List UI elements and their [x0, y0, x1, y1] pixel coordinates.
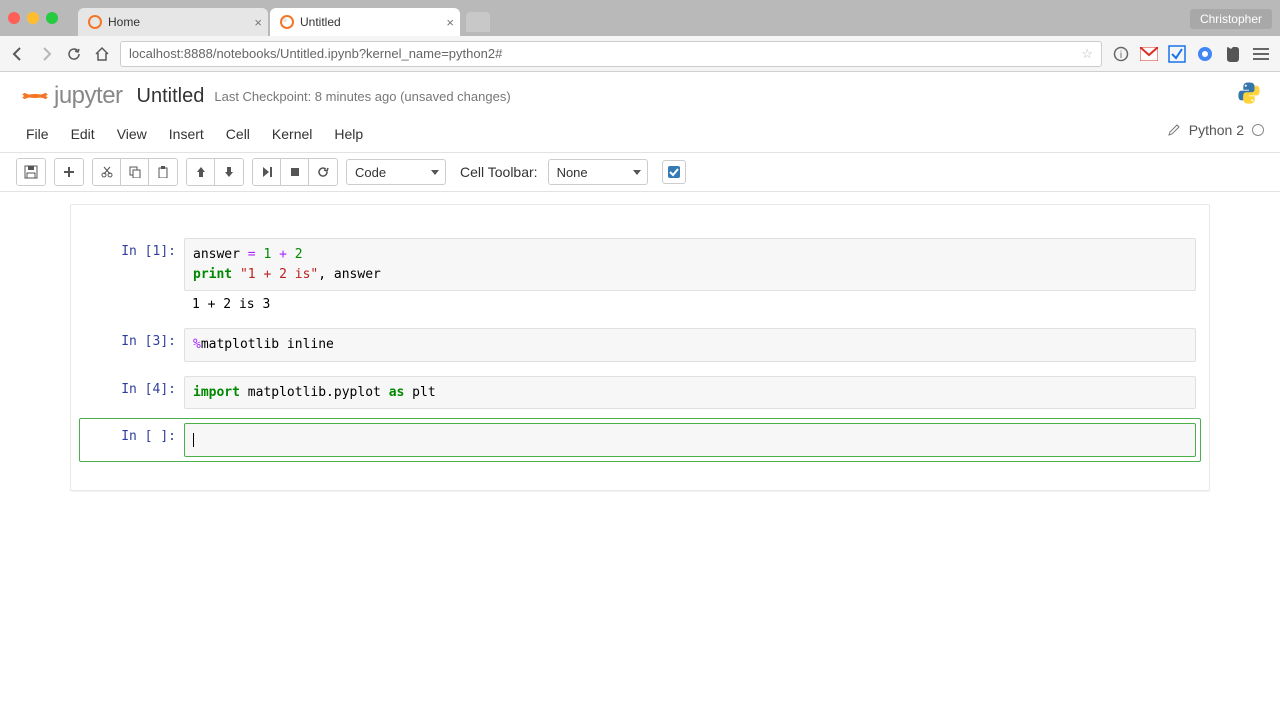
move-down-button[interactable]: [215, 159, 243, 185]
svg-text:i: i: [1120, 50, 1122, 61]
checkpoint-status: Last Checkpoint: 8 minutes ago (unsaved …: [214, 89, 510, 104]
evernote-icon[interactable]: [1224, 45, 1242, 63]
edit-mode-icon: [1167, 123, 1181, 137]
menu-icon[interactable]: [1252, 45, 1270, 63]
gmail-icon[interactable]: [1140, 45, 1158, 63]
cell-toolbar-label: Cell Toolbar:: [460, 164, 538, 180]
url-bar[interactable]: localhost:8888/notebooks/Untitled.ipynb?…: [120, 41, 1102, 67]
back-button[interactable]: [10, 46, 26, 62]
python-logo-icon: [1236, 80, 1262, 106]
copy-button[interactable]: [121, 159, 149, 185]
move-up-button[interactable]: [187, 159, 215, 185]
window-controls: [8, 12, 58, 24]
run-button[interactable]: [253, 159, 281, 185]
forward-button[interactable]: [38, 46, 54, 62]
cell-type-select[interactable]: Code: [346, 159, 446, 185]
menubar: File Edit View Insert Cell Kernel Help P…: [0, 116, 1280, 153]
save-button[interactable]: [17, 159, 45, 185]
jupyter-favicon: [280, 15, 294, 29]
jupyter-favicon: [88, 15, 102, 29]
notebook-title[interactable]: Untitled: [137, 85, 205, 108]
browser-tab-untitled[interactable]: Untitled ×: [270, 8, 460, 36]
menu-view[interactable]: View: [107, 122, 157, 146]
close-tab-icon[interactable]: ×: [446, 15, 454, 30]
checkbox-ext-icon[interactable]: [1168, 45, 1186, 63]
input-prompt: In [3]:: [84, 328, 184, 362]
code-cell[interactable]: In [3]:%matplotlib inline: [79, 323, 1201, 367]
jupyter-logo[interactable]: jupyter: [16, 80, 123, 112]
close-window-button[interactable]: [8, 12, 20, 24]
globe-ext-icon[interactable]: [1196, 45, 1214, 63]
kernel-idle-icon: [1252, 124, 1264, 136]
menu-help[interactable]: Help: [324, 122, 373, 146]
menu-file[interactable]: File: [16, 122, 59, 146]
interrupt-button[interactable]: [281, 159, 309, 185]
code-cell[interactable]: In [ ]:: [79, 418, 1201, 462]
maximize-window-button[interactable]: [46, 12, 58, 24]
menu-kernel[interactable]: Kernel: [262, 122, 322, 146]
notebook-toolbar: Code Cell Toolbar: None: [0, 153, 1280, 192]
code-input[interactable]: [184, 423, 1196, 457]
input-prompt: In [4]:: [84, 376, 184, 410]
input-prompt: In [ ]:: [84, 423, 184, 457]
info-icon[interactable]: i: [1112, 45, 1130, 63]
output-text: 1 + 2 is 3: [184, 291, 1196, 314]
extension-icons: i: [1112, 45, 1270, 63]
kernel-name: Python 2: [1189, 122, 1244, 138]
reload-button[interactable]: [66, 46, 82, 62]
text-cursor: [193, 433, 194, 447]
tab-title: Untitled: [300, 15, 341, 29]
browser-toolbar: localhost:8888/notebooks/Untitled.ipynb?…: [0, 36, 1280, 72]
star-icon[interactable]: ☆: [1081, 46, 1093, 62]
url-text: localhost:8888/notebooks/Untitled.ipynb?…: [129, 46, 502, 61]
close-tab-icon[interactable]: ×: [254, 15, 262, 30]
tab-title: Home: [108, 15, 140, 29]
trusted-checkbox[interactable]: [662, 160, 686, 184]
code-cell[interactable]: In [4]:import matplotlib.pyplot as plt: [79, 371, 1201, 415]
menu-edit[interactable]: Edit: [61, 122, 105, 146]
input-prompt: In [1]:: [84, 238, 184, 291]
code-cell[interactable]: In [1]:answer = 1 + 2print "1 + 2 is", a…: [79, 233, 1201, 319]
cell-toolbar-select[interactable]: None: [548, 159, 648, 185]
minimize-window-button[interactable]: [27, 12, 39, 24]
cut-button[interactable]: [93, 159, 121, 185]
new-tab-button[interactable]: [466, 12, 490, 32]
menu-insert[interactable]: Insert: [159, 122, 214, 146]
browser-tab-home[interactable]: Home ×: [78, 8, 268, 36]
browser-tab-bar: Home × Untitled × Christopher: [0, 0, 1280, 36]
jupyter-orbit-icon: [16, 80, 48, 112]
code-input[interactable]: answer = 1 + 2print "1 + 2 is", answer: [184, 238, 1196, 291]
restart-button[interactable]: [309, 159, 337, 185]
home-button[interactable]: [94, 46, 110, 62]
code-input[interactable]: import matplotlib.pyplot as plt: [184, 376, 1196, 410]
notebook-container: In [1]:answer = 1 + 2print "1 + 2 is", a…: [70, 204, 1210, 491]
paste-button[interactable]: [149, 159, 177, 185]
browser-user-badge[interactable]: Christopher: [1190, 9, 1272, 29]
jupyter-logo-text: jupyter: [54, 82, 123, 110]
notebook-header: jupyter Untitled Last Checkpoint: 8 minu…: [0, 72, 1280, 116]
menu-cell[interactable]: Cell: [216, 122, 260, 146]
output-prompt: [84, 291, 184, 314]
add-cell-button[interactable]: [55, 159, 83, 185]
code-input[interactable]: %matplotlib inline: [184, 328, 1196, 362]
